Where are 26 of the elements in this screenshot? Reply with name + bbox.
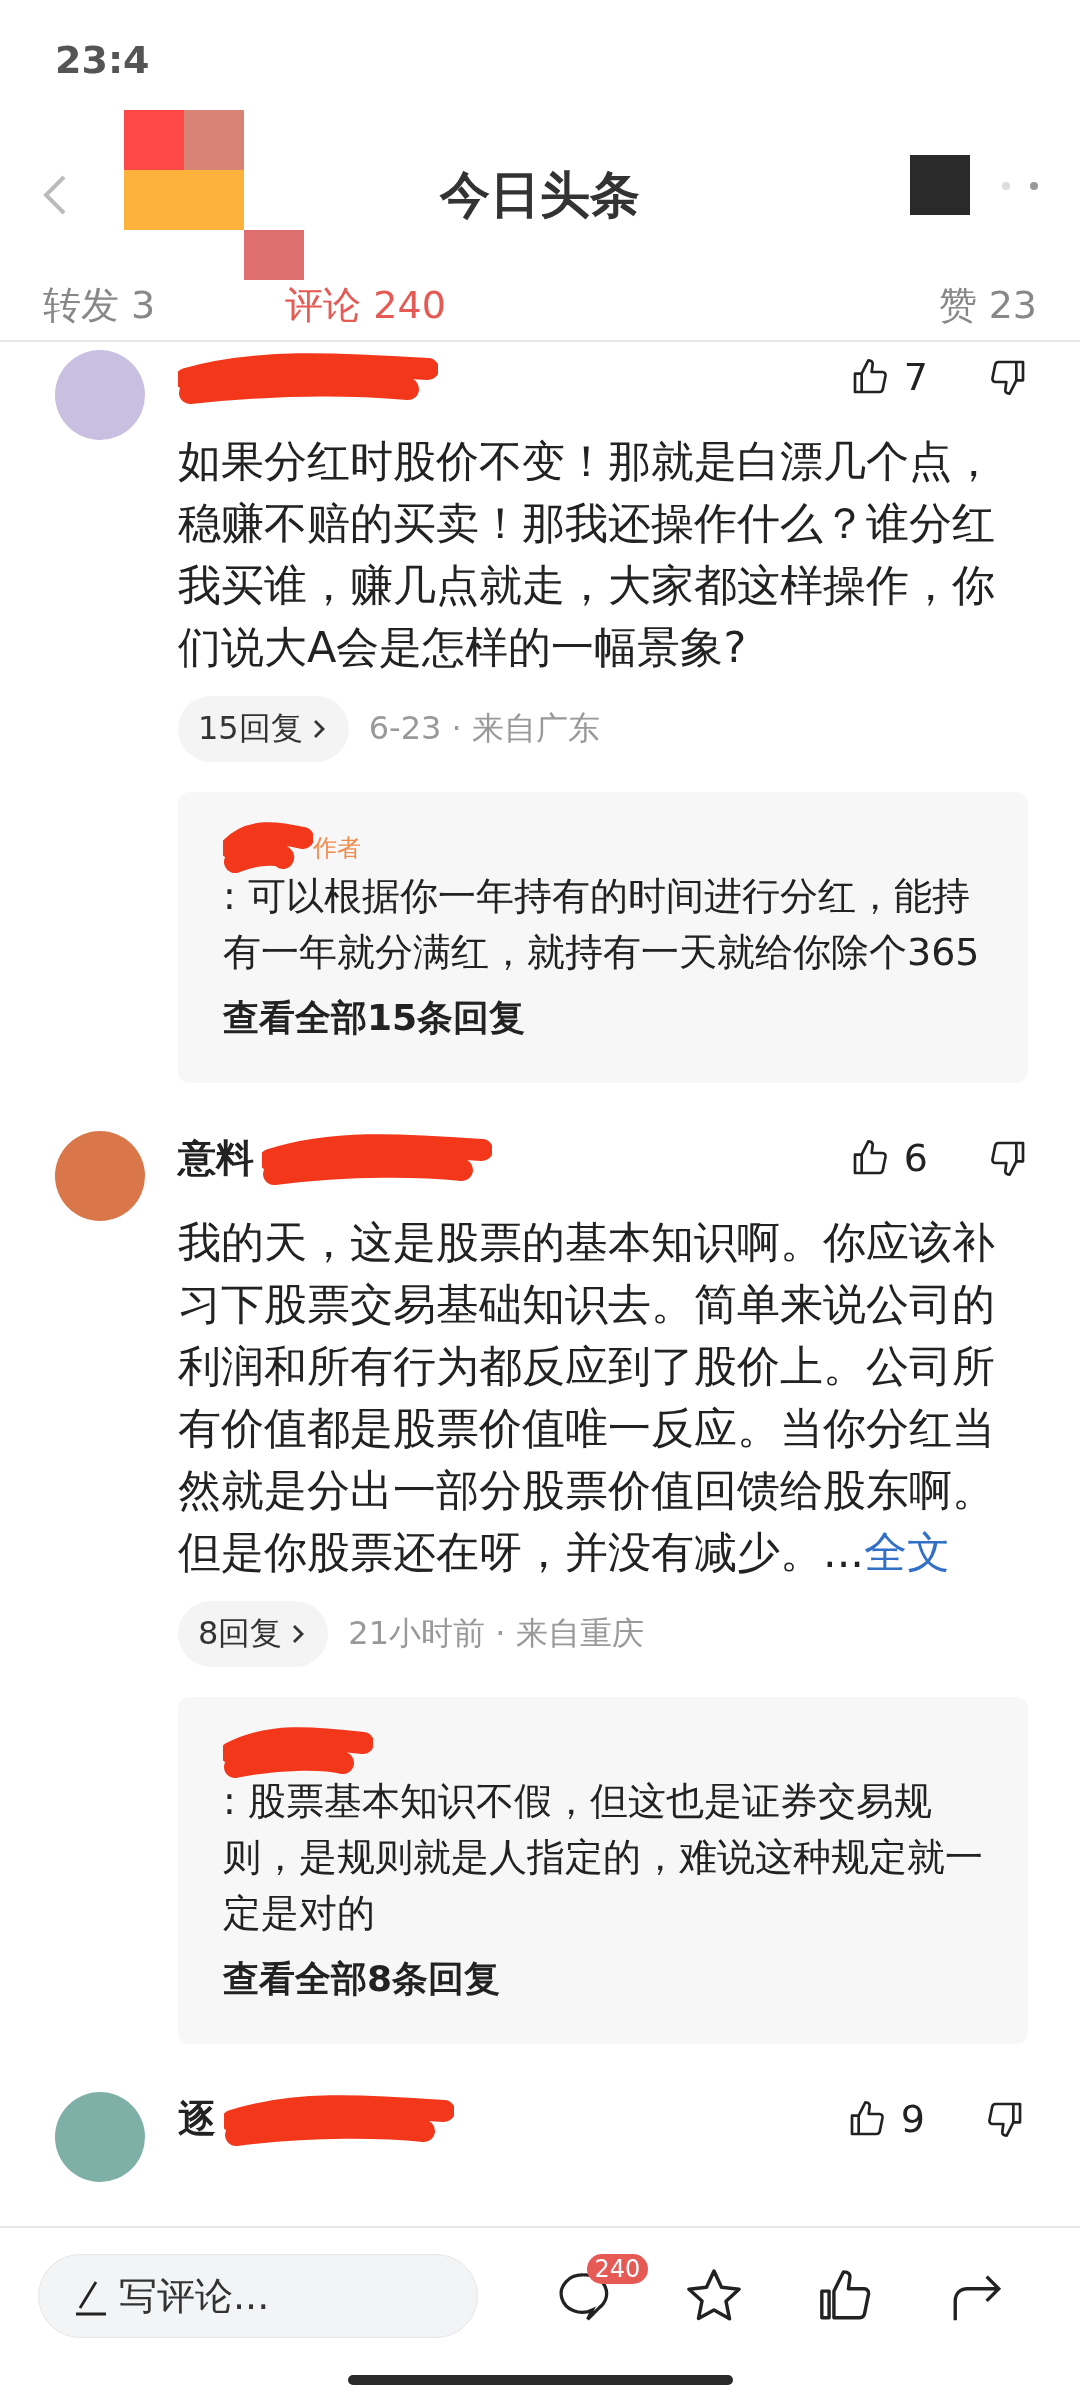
- reply-text: : 可以根据你一年持有的时间进行分红，能持有一年就分满红，就持有一天就给你除个365: [223, 873, 981, 976]
- tab[interactable]: 转发 3: [43, 279, 156, 331]
- tab[interactable]: 赞 23: [938, 279, 1037, 331]
- user-name[interactable]: 意料: [178, 1132, 254, 1184]
- view-all-replies[interactable]: 查看全部8条回复: [223, 1955, 501, 2004]
- comment-meta: 21小时前 · 来自重庆: [348, 1613, 644, 1654]
- reply-text: : 股票基本知识不假，但这也是证券交易规则，是规则就是人指定的，难说这种规定就一定是对的: [223, 1778, 983, 1937]
- like-count: 6: [903, 1136, 928, 1180]
- comment-text: 如果分红时股价不变！那就是白漂几个点，稳赚不赔的买卖！那我还操作什么？谁分红我买谁，赚几点就走，大家都这样操作，你们说大A会是怎样的一幅景象?: [178, 435, 996, 674]
- tab[interactable]: 评论 240: [285, 279, 446, 331]
- page-title: 今日头条: [440, 164, 640, 226]
- user-name[interactable]: 逐: [178, 2093, 216, 2145]
- view-all-replies[interactable]: 查看全部15条回复: [223, 994, 526, 1043]
- replies-button[interactable]: 15回复: [178, 696, 349, 762]
- like-count: 7: [903, 355, 928, 399]
- like-count: 9: [900, 2097, 925, 2141]
- comment-count-badge: 240: [586, 2253, 649, 2284]
- comment-input[interactable]: 写评论...: [38, 2253, 478, 2338]
- more-icon[interactable]: [1000, 180, 1040, 192]
- replies-button[interactable]: 8回复: [178, 1601, 329, 1667]
- status-time: 23:4: [55, 38, 150, 82]
- comment-meta: 6-23 · 来自广东: [368, 708, 600, 749]
- author-label: 作者: [313, 833, 361, 864]
- full-text-link[interactable]: 全文: [864, 1527, 950, 1577]
- redaction-block: [910, 155, 970, 215]
- comment-text: 我的天，这是股票的基本知识啊。你应该补习下股票交易基础知识去。简单来说公司的利润和所有行为都反应到了股价上。公司所有价值都是股票价值唯一反应。当你分红当然就是分出一部分股票价值回馈给股东啊。但是你股票还在呀，并没有减少。...全文: [178, 1216, 996, 1579]
